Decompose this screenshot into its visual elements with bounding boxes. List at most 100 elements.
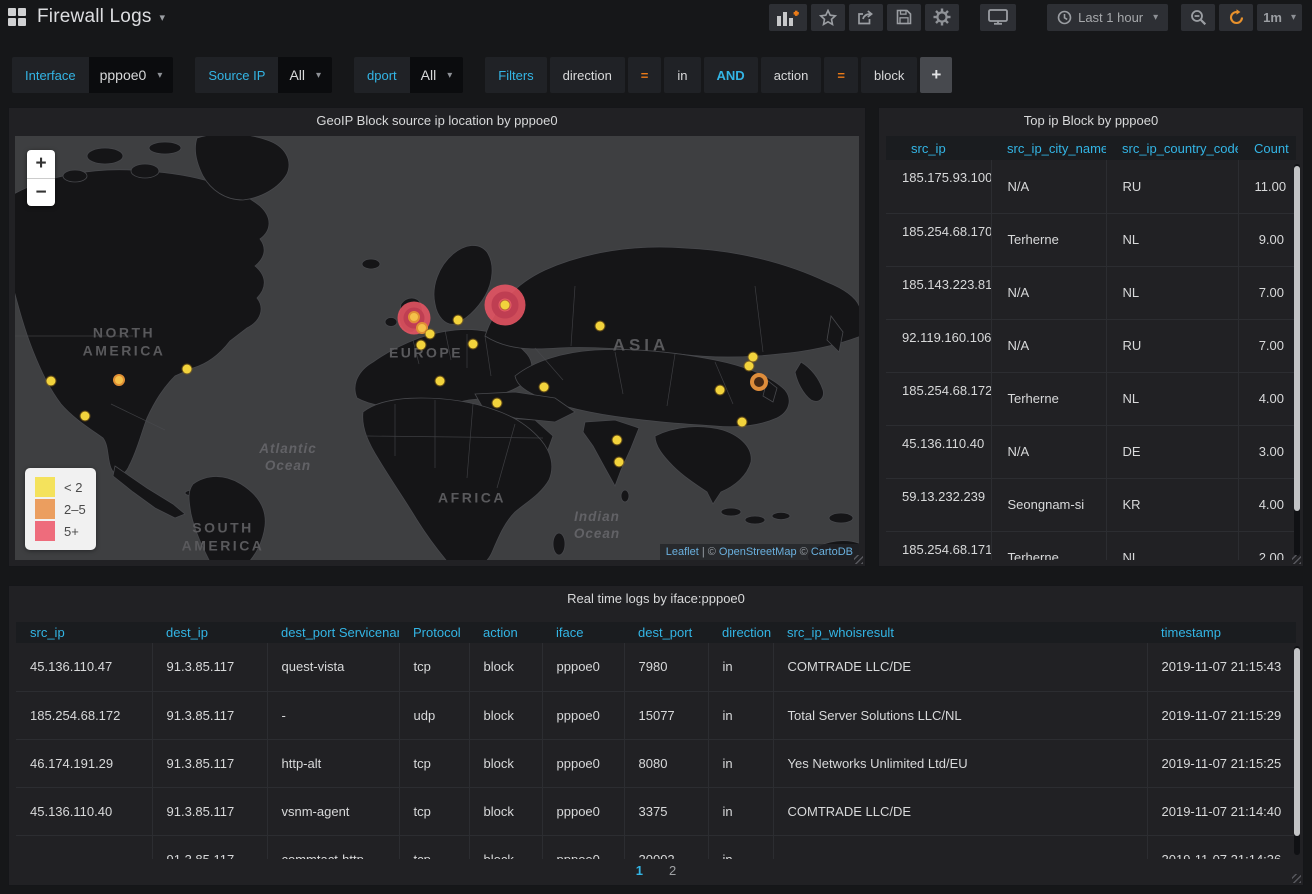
table-cell: 11.00	[1238, 160, 1296, 213]
world-map[interactable]: NORTH AMERICAEUROPEASIAAFRICASOUTH AMERI…	[15, 136, 859, 560]
small-marker[interactable]	[501, 301, 510, 310]
table-cell: block	[469, 739, 542, 787]
dport-variable-dropdown[interactable]: dport All▾	[354, 57, 463, 93]
dashboard-title[interactable]: Firewall Logs	[37, 6, 152, 28]
zoom-in-button[interactable]: +	[27, 150, 55, 178]
small-marker[interactable]	[436, 377, 445, 386]
cartodb-link[interactable]: CartoDB	[811, 546, 853, 558]
leaflet-link[interactable]: Leaflet	[666, 546, 699, 558]
column-header[interactable]: direction	[708, 622, 773, 643]
title-caret-icon[interactable]: ▾	[160, 11, 166, 24]
tv-mode-button[interactable]	[980, 4, 1016, 31]
small-marker[interactable]	[738, 418, 747, 427]
column-header[interactable]: Count	[1238, 136, 1296, 160]
star-button[interactable]	[811, 4, 845, 31]
grafana-logo-icon[interactable]	[8, 8, 26, 26]
panel-resize-handle[interactable]	[1292, 555, 1301, 564]
save-button[interactable]	[887, 4, 921, 31]
small-marker[interactable]	[745, 362, 754, 371]
table-cell: 92.119.160.106	[886, 319, 991, 372]
small-orange-marker[interactable]	[408, 311, 420, 323]
ring-marker[interactable]	[750, 373, 768, 391]
settings-button[interactable]	[925, 4, 959, 31]
small-marker[interactable]	[716, 386, 725, 395]
interface-variable-dropdown[interactable]: Interface pppoe0▾	[12, 57, 173, 93]
table-cell: 2019-11-07 21:15:29	[1147, 691, 1296, 739]
column-header[interactable]: iface	[542, 622, 624, 643]
table-cell: COMTRADE LLC/DE	[773, 643, 1147, 691]
pagination-page[interactable]: 2	[669, 863, 676, 878]
column-header[interactable]: dest_port Servicename	[267, 622, 399, 643]
column-header[interactable]: timestamp	[1147, 622, 1296, 643]
logs-pagination: 12	[9, 863, 1303, 878]
zoom-out-time-button[interactable]	[1181, 4, 1215, 31]
refresh-interval-dropdown[interactable]: 1m ▾	[1257, 4, 1302, 31]
pagination-page[interactable]: 1	[636, 863, 643, 878]
small-orange-marker[interactable]	[113, 374, 125, 386]
table-cell: Terherne	[991, 372, 1106, 425]
table-row: 45.136.110.40N/ADE3.00	[886, 425, 1296, 478]
column-header[interactable]: src_ip_whoisresult	[773, 622, 1147, 643]
column-header[interactable]: src_ip_country_code	[1106, 136, 1238, 160]
small-marker[interactable]	[613, 436, 622, 445]
add-panel-button[interactable]	[769, 4, 807, 31]
small-marker[interactable]	[540, 383, 549, 392]
small-marker[interactable]	[469, 340, 478, 349]
panel-title[interactable]: Top ip Block by pppoe0	[879, 108, 1303, 134]
panel-title[interactable]: Real time logs by iface:pppoe0	[9, 586, 1303, 612]
openstreetmap-link[interactable]: OpenStreetMap	[719, 546, 797, 558]
table-row: 92.119.160.106N/ARU7.00	[886, 319, 1296, 372]
table-cell: 45.136.110.47	[16, 643, 152, 691]
filter-expr-item[interactable]: AND	[704, 57, 758, 93]
scrollbar-track[interactable]	[1294, 646, 1300, 855]
column-header[interactable]: src_ip_city_name	[991, 136, 1106, 160]
table-cell: pppoe0	[542, 787, 624, 835]
column-header[interactable]: src_ip	[886, 136, 991, 160]
column-header[interactable]: src_ip	[16, 622, 152, 643]
table-row: 185.254.68.171TerherneNL2.00	[886, 531, 1296, 560]
scrollbar-track[interactable]	[1294, 164, 1300, 556]
filter-expr-item[interactable]: =	[628, 57, 662, 93]
source-ip-variable-dropdown[interactable]: Source IP All▾	[195, 57, 332, 93]
filter-expr-item[interactable]: block	[861, 57, 917, 93]
small-marker[interactable]	[47, 377, 56, 386]
filter-expr-item[interactable]: in	[664, 57, 700, 93]
filter-expr-item[interactable]: =	[824, 57, 858, 93]
panel-resize-handle[interactable]	[1292, 874, 1301, 883]
add-filter-button[interactable]: +	[920, 57, 952, 93]
small-marker[interactable]	[417, 341, 426, 350]
scrollbar-thumb[interactable]	[1294, 648, 1300, 836]
time-range-picker[interactable]: Last 1 hour ▾	[1047, 4, 1168, 31]
table-cell: N/A	[991, 266, 1106, 319]
small-marker[interactable]	[749, 353, 758, 362]
table-cell: Terherne	[991, 213, 1106, 266]
filter-expr-item[interactable]: direction	[550, 57, 625, 93]
legend-swatch	[35, 521, 55, 541]
small-marker[interactable]	[454, 316, 463, 325]
column-header[interactable]: dest_port	[624, 622, 708, 643]
table-cell: KR	[1106, 478, 1238, 531]
column-header[interactable]: Protocol	[399, 622, 469, 643]
scrollbar-thumb[interactable]	[1294, 166, 1300, 511]
panel-resize-handle[interactable]	[854, 555, 863, 564]
small-marker[interactable]	[615, 458, 624, 467]
refresh-button[interactable]	[1219, 4, 1253, 31]
small-marker[interactable]	[81, 412, 90, 421]
column-header[interactable]: dest_ip	[152, 622, 267, 643]
small-marker[interactable]	[426, 330, 435, 339]
small-marker[interactable]	[493, 399, 502, 408]
filter-expr-item[interactable]: action	[761, 57, 822, 93]
small-marker[interactable]	[596, 322, 605, 331]
table-cell: 3.00	[1238, 425, 1296, 478]
chevron-down-icon: ▾	[316, 70, 321, 81]
share-button[interactable]	[849, 4, 883, 31]
refresh-interval-label: 1m	[1263, 10, 1282, 25]
small-marker[interactable]	[183, 365, 192, 374]
column-header[interactable]: action	[469, 622, 542, 643]
zoom-out-button[interactable]: −	[27, 178, 55, 206]
table-cell: NL	[1106, 372, 1238, 425]
map-zoom-control: + −	[27, 150, 55, 206]
table-row: 59.13.232.239Seongnam-siKR4.00	[886, 478, 1296, 531]
panel-title[interactable]: GeoIP Block source ip location by pppoe0	[9, 108, 865, 134]
table-cell: 91.3.85.117	[152, 835, 267, 859]
